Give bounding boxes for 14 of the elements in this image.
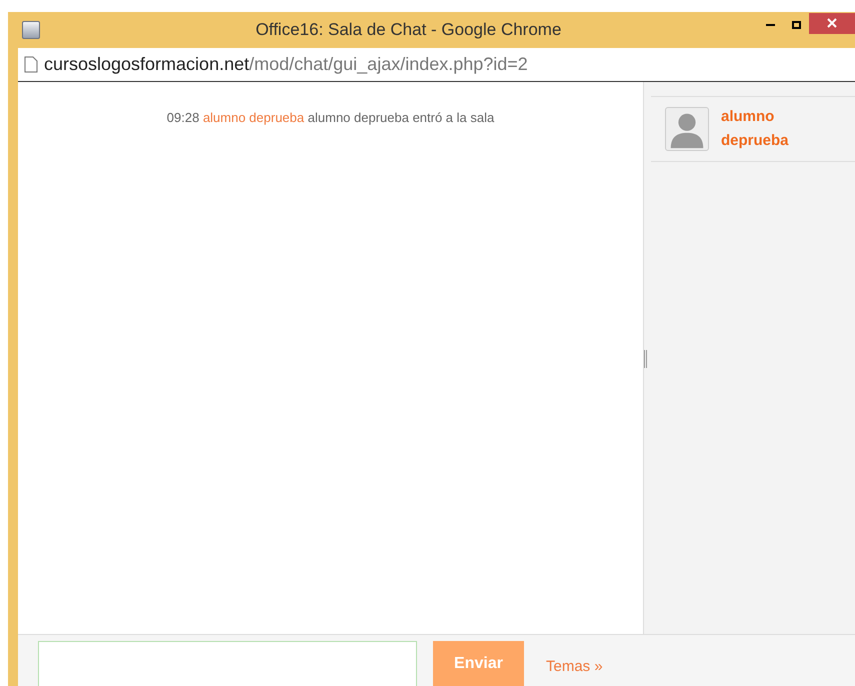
themes-link[interactable]: Temas » [546,656,603,678]
close-button[interactable] [809,12,855,34]
url-domain: cursoslogosformacion.net [44,53,250,76]
message-input[interactable] [38,641,417,686]
url-path: /mod/chat/gui_ajax/index.php?id=2 [249,53,528,76]
chat-message: 09:28 alumno deprueba alumno deprueba entró a la sala [166,109,494,127]
user-name[interactable]: alumno deprueba [721,105,789,153]
send-button[interactable]: Enviar [433,641,524,686]
window-title: Office16: Sala de Chat - Google Chrome [256,19,562,42]
page-icon [24,56,38,73]
user-avatar-icon [665,107,709,151]
app-icon [22,21,40,39]
address-bar[interactable]: cursoslogosformacion.net/mod/chat/gui_ajax/index.php?id=2 [18,48,855,82]
close-icon [827,18,837,28]
